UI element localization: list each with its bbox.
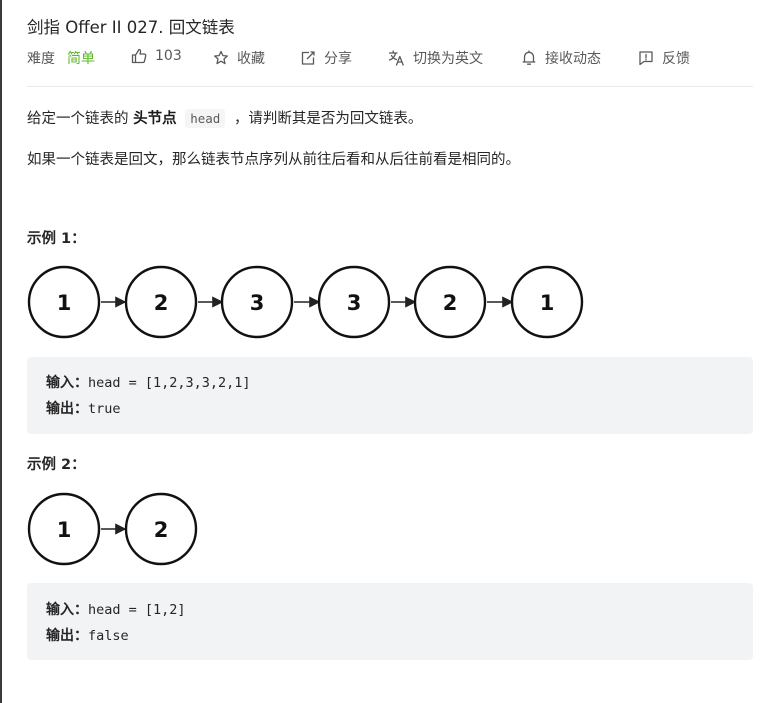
output-value: true — [88, 401, 121, 417]
description-text: 给定一个链表的 — [27, 111, 129, 127]
node-value: 3 — [250, 291, 265, 315]
difficulty: 难度 简单 — [27, 48, 95, 68]
list-node: 2 — [124, 265, 198, 339]
difficulty-label: 难度 — [27, 51, 55, 67]
share-icon — [300, 50, 316, 66]
thumbs-up-icon — [131, 48, 147, 64]
list-node: 1 — [510, 265, 584, 339]
bell-icon — [521, 50, 537, 66]
example-2-title: 示例 2： — [27, 457, 86, 473]
share-label: 分享 — [324, 51, 352, 67]
list-node: 1 — [27, 265, 101, 339]
example-1-title: 示例 1： — [27, 231, 86, 247]
feedback-icon — [638, 50, 654, 66]
node-value: 3 — [347, 291, 362, 315]
input-label: 输入： — [46, 602, 88, 618]
description-paragraph-1: 给定一个链表的 头节点 head ，请判断其是否为回文链表。 — [27, 107, 422, 128]
list-node: 2 — [413, 265, 487, 339]
output-label: 输出： — [46, 628, 88, 644]
description-bold-text: 头节点 — [133, 111, 177, 127]
favorite-button[interactable]: 收藏 — [213, 48, 265, 68]
share-button[interactable]: 分享 — [300, 48, 352, 68]
star-icon — [213, 50, 229, 66]
example-2-input-line: 输入：head = [1,2] — [46, 599, 186, 619]
notify-label: 接收动态 — [545, 51, 601, 67]
translate-icon — [388, 50, 405, 66]
header-divider — [27, 86, 753, 87]
like-count: 103 — [155, 48, 182, 64]
notify-button[interactable]: 接收动态 — [521, 48, 601, 68]
description-paragraph-2: 如果一个链表是回文，那么链表节点序列从前往后看和从后往前看是相同的。 — [27, 152, 520, 168]
node-value: 1 — [57, 291, 72, 315]
example-1-output-line: 输出：true — [46, 398, 121, 418]
example-2-linked-list-diagram: 1 2 — [27, 492, 198, 566]
like-button[interactable]: 103 — [131, 48, 182, 64]
window-edge — [0, 0, 2, 703]
feedback-label: 反馈 — [662, 51, 690, 67]
switch-language-button[interactable]: 切换为英文 — [388, 48, 483, 68]
output-value: false — [88, 628, 129, 644]
favorite-label: 收藏 — [237, 51, 265, 67]
node-value: 1 — [57, 518, 72, 542]
input-value: head = [1,2,3,3,2,1] — [88, 375, 251, 391]
page-title: 剑指 Offer II 027. 回文链表 — [27, 18, 235, 37]
example-1-linked-list-diagram: 1 2 3 3 2 1 — [27, 265, 584, 339]
list-node: 1 — [27, 492, 101, 566]
list-node: 3 — [220, 265, 294, 339]
example-1-code-block: 输入：head = [1,2,3,3,2,1] 输出：true — [27, 357, 753, 434]
list-node: 3 — [317, 265, 391, 339]
description-text: ，请判断其是否为回文链表。 — [233, 111, 423, 127]
node-value: 2 — [154, 518, 169, 542]
input-value: head = [1,2] — [88, 602, 186, 618]
switch-language-label: 切换为英文 — [413, 51, 483, 67]
input-label: 输入： — [46, 375, 88, 391]
example-2-code-block: 输入：head = [1,2] 输出：false — [27, 583, 753, 660]
node-value: 2 — [154, 291, 169, 315]
output-label: 输出： — [46, 401, 88, 417]
node-value: 1 — [540, 291, 555, 315]
list-node: 2 — [124, 492, 198, 566]
example-1-input-line: 输入：head = [1,2,3,3,2,1] — [46, 372, 251, 392]
difficulty-value: 简单 — [67, 51, 95, 67]
node-value: 2 — [443, 291, 458, 315]
inline-code-head: head — [185, 109, 226, 128]
feedback-button[interactable]: 反馈 — [638, 48, 690, 68]
example-2-output-line: 输出：false — [46, 625, 129, 645]
